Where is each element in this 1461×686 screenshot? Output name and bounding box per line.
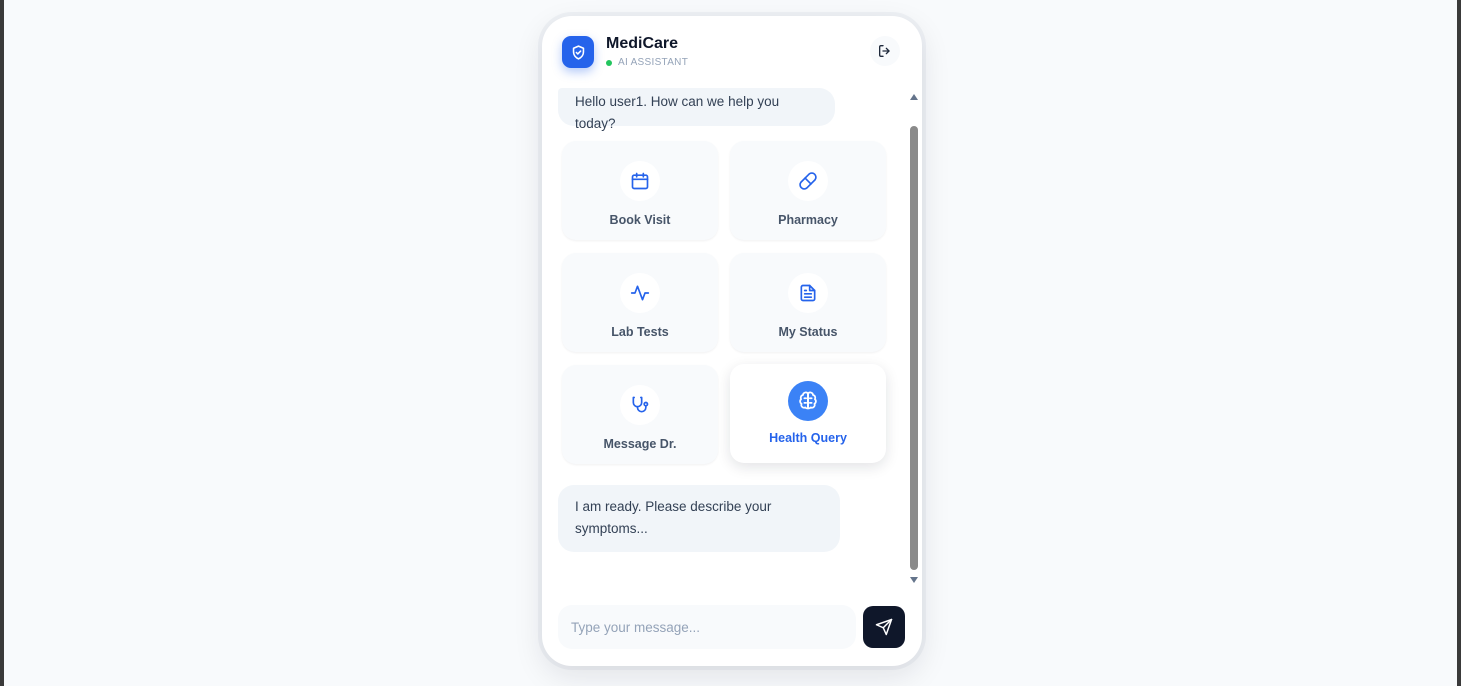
action-label: Lab Tests xyxy=(611,325,669,339)
action-label: Health Query xyxy=(769,431,847,445)
activity-icon xyxy=(630,285,650,301)
action-label: My Status xyxy=(778,325,838,339)
tile-icon-wrap xyxy=(620,385,660,425)
action-message-doctor[interactable]: Message Dr. xyxy=(562,365,718,464)
tile-icon-wrap xyxy=(788,381,828,421)
message-input[interactable] xyxy=(558,605,856,649)
scroll-up-arrow-icon[interactable] xyxy=(910,94,918,100)
scroll-down-arrow-icon[interactable] xyxy=(910,577,918,583)
online-indicator xyxy=(606,59,612,66)
chat-scrollbar[interactable] xyxy=(908,92,920,588)
send-icon xyxy=(875,618,893,636)
action-label: Pharmacy xyxy=(778,213,838,227)
action-my-status[interactable]: My Status xyxy=(730,253,886,352)
action-book-visit[interactable]: Book Visit xyxy=(562,141,718,240)
action-label: Message Dr. xyxy=(603,437,677,451)
chat-header: MediCare AI ASSISTANT xyxy=(542,16,922,88)
action-health-query[interactable]: Health Query xyxy=(730,364,886,463)
action-lab-tests[interactable]: Lab Tests xyxy=(562,253,718,352)
action-pharmacy[interactable]: Pharmacy xyxy=(730,141,886,240)
shield-check-icon xyxy=(572,44,584,60)
logout-button[interactable] xyxy=(870,36,900,66)
calendar-icon xyxy=(631,172,649,190)
status-label: AI ASSISTANT xyxy=(618,57,689,68)
scroll-thumb[interactable] xyxy=(910,126,918,570)
stethoscope-icon xyxy=(632,396,649,413)
tile-icon-wrap xyxy=(788,161,828,201)
send-button[interactable] xyxy=(863,606,905,648)
pill-icon xyxy=(799,172,817,190)
tile-icon-wrap xyxy=(620,161,660,201)
app-logo xyxy=(562,36,594,68)
brain-icon xyxy=(799,391,817,410)
logout-icon xyxy=(879,45,890,57)
chat-window: MediCare AI ASSISTANT Hello user1. How c… xyxy=(542,16,922,666)
bot-message: Hello user1. How can we help you today? xyxy=(558,88,835,131)
tile-icon-wrap xyxy=(788,273,828,313)
bot-message: I am ready. Please describe your symptom… xyxy=(558,485,840,552)
file-text-icon xyxy=(800,284,816,302)
tile-icon-wrap xyxy=(620,273,660,313)
assistant-status: AI ASSISTANT xyxy=(606,57,688,68)
chat-messages: Hello user1. How can we help you today? … xyxy=(558,88,922,588)
app-viewport: MediCare AI ASSISTANT Hello user1. How c… xyxy=(4,0,1457,686)
app-title: MediCare xyxy=(606,35,679,52)
action-label: Book Visit xyxy=(609,213,671,227)
